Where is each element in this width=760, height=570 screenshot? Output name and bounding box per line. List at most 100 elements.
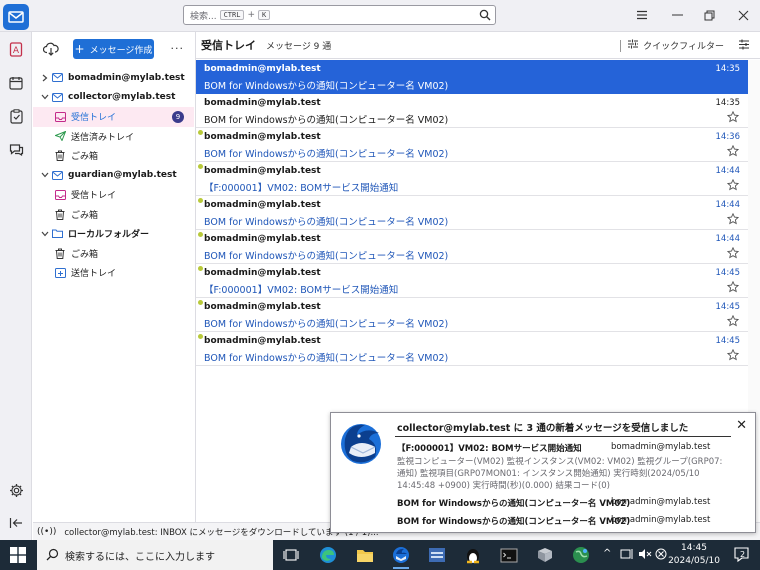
volume-muted-icon[interactable] — [638, 548, 652, 563]
local-folder-icon — [51, 228, 63, 240]
unread-dot-icon[interactable] — [198, 164, 203, 169]
edge-browser-icon[interactable] — [318, 545, 338, 565]
star-icon[interactable] — [726, 110, 740, 123]
message-time: 14:44 — [715, 166, 741, 176]
settings-gear-icon[interactable] — [8, 482, 24, 498]
folder-item[interactable]: ごみ箱 — [33, 205, 194, 225]
message-row[interactable]: bomadmin@mylab.test BOM for Windowsからの通知(… — [196, 60, 748, 94]
chat-icon[interactable] — [8, 142, 24, 158]
minimize-icon[interactable] — [670, 8, 684, 22]
message-row[interactable]: bomadmin@mylab.test BOM for Windowsからの通知(… — [196, 196, 748, 230]
message-time: 14:45 — [715, 302, 741, 312]
unread-dot-icon[interactable] — [198, 300, 203, 305]
star-icon[interactable] — [726, 280, 740, 293]
chevron-right-icon[interactable] — [39, 74, 51, 82]
terminal-icon[interactable] — [499, 545, 519, 565]
message-from: bomadmin@mylab.test — [204, 64, 321, 74]
shortcut-plus: + — [247, 10, 255, 20]
folder-item[interactable]: ごみ箱 — [33, 244, 194, 264]
windows-start-icon[interactable] — [10, 547, 26, 563]
address-book-icon[interactable]: A — [8, 41, 24, 57]
star-icon[interactable] — [726, 212, 740, 225]
notification-from: bomadmin@mylab.test — [611, 497, 711, 507]
account-item[interactable]: ローカルフォルダー — [33, 224, 194, 244]
more-options-icon[interactable]: ··· — [171, 42, 185, 55]
message-time: 14:44 — [715, 234, 741, 244]
network-globe-icon[interactable] — [571, 545, 591, 565]
folder-item[interactable]: 送信トレイ — [33, 263, 194, 283]
folder-item[interactable]: 受信トレイ 9 — [33, 107, 194, 127]
message-subject: BOM for Windowsからの通知(コンピューター名 VM02) — [204, 81, 449, 92]
display-options-icon[interactable] — [738, 39, 750, 53]
message-time: 14:45 — [715, 336, 741, 346]
message-subject: BOM for Windowsからの通知(コンピューター名 VM02) — [204, 217, 449, 228]
star-icon[interactable] — [726, 348, 740, 361]
taskbar-clock[interactable]: 14:45 2024/05/10 — [668, 542, 720, 568]
tasks-icon[interactable] — [8, 108, 24, 124]
message-row[interactable]: bomadmin@mylab.test BOM for Windowsからの通知(… — [196, 298, 748, 332]
tray-device-icon[interactable] — [620, 548, 634, 563]
star-icon[interactable] — [726, 314, 740, 327]
thunderbird-taskbar-icon[interactable] — [391, 545, 411, 569]
calendar-icon[interactable] — [8, 75, 24, 91]
folder-item[interactable]: ごみ箱 — [33, 146, 194, 166]
task-view-icon[interactable] — [281, 545, 301, 565]
mail-space-icon[interactable] — [3, 4, 29, 30]
message-from: bomadmin@mylab.test — [204, 132, 321, 142]
collapse-spaces-icon[interactable] — [8, 515, 24, 531]
chevron-down-icon[interactable] — [39, 172, 51, 178]
new-mail-notification[interactable]: collector@mylab.test に 3 通の新着メッセージを受信しまし… — [330, 412, 756, 533]
unread-dot-icon[interactable] — [198, 198, 203, 203]
close-icon[interactable] — [736, 8, 750, 22]
filter-icon — [627, 39, 639, 52]
mail-account-icon — [51, 169, 63, 181]
unread-dot-icon[interactable] — [198, 266, 203, 271]
clock-date: 2024/05/10 — [668, 556, 720, 566]
search-icon[interactable] — [479, 9, 491, 24]
taskbar-search-input[interactable]: 検索するには、ここに入力します — [37, 540, 273, 570]
tray-expand-icon[interactable]: ^ — [603, 548, 611, 559]
folder-label: collector@mylab.test — [68, 92, 176, 103]
get-messages-icon[interactable] — [42, 42, 59, 59]
message-row[interactable]: bomadmin@mylab.test BOM for Windowsからの通知(… — [196, 94, 748, 128]
quick-filter-button[interactable]: クイックフィルター — [620, 39, 724, 52]
folder-title: 受信トレイ — [201, 39, 256, 52]
account-item[interactable]: collector@mylab.test — [33, 88, 194, 108]
unread-dot-icon[interactable] — [198, 232, 203, 237]
linux-penguin-icon[interactable] — [463, 545, 483, 565]
folder-item[interactable]: 受信トレイ — [33, 185, 194, 205]
unread-dot-icon[interactable] — [198, 334, 203, 339]
message-row[interactable]: bomadmin@mylab.test BOM for Windowsからの通知(… — [196, 332, 748, 366]
restore-icon[interactable] — [702, 8, 716, 22]
app-window-icon[interactable] — [427, 545, 447, 565]
notification-close-icon[interactable]: ✕ — [736, 418, 747, 433]
star-icon[interactable] — [726, 178, 740, 191]
message-row[interactable]: bomadmin@mylab.test BOM for Windowsからの通知(… — [196, 230, 748, 264]
message-time: 14:35 — [715, 64, 741, 74]
chevron-down-icon[interactable] — [39, 94, 51, 100]
message-row[interactable]: bomadmin@mylab.test 【F:000001】VM02: BOMサー… — [196, 162, 748, 196]
inbox-icon — [54, 111, 66, 123]
server-manager-icon[interactable] — [535, 545, 555, 565]
network-disconnected-icon[interactable] — [655, 548, 667, 563]
compose-button[interactable]: + メッセージ作成 — [73, 39, 154, 59]
message-from: bomadmin@mylab.test — [204, 234, 321, 244]
windows-taskbar: 検索するには、ここに入力します ^ 14:45 2024/05/10 2 — [0, 540, 760, 570]
folder-pane: + メッセージ作成 ··· bomadmin@mylab.test collect… — [33, 32, 194, 522]
chevron-down-icon[interactable] — [39, 231, 51, 237]
unread-dot-icon[interactable] — [198, 130, 203, 135]
folder-label: ごみ箱 — [71, 210, 99, 221]
folder-item[interactable]: 送信済みトレイ — [33, 127, 194, 147]
shortcut-key-k: K — [258, 10, 271, 20]
action-center-icon[interactable]: 2 — [733, 546, 750, 563]
account-item[interactable]: bomadmin@mylab.test — [33, 68, 194, 88]
account-item[interactable]: guardian@mylab.test — [33, 166, 194, 186]
online-status-icon[interactable]: ((•)) — [37, 527, 56, 537]
message-row[interactable]: bomadmin@mylab.test BOM for Windowsからの通知(… — [196, 128, 748, 162]
search-input[interactable]: 検索... CTRL + K — [183, 5, 496, 25]
file-explorer-icon[interactable] — [355, 545, 375, 565]
star-icon[interactable] — [726, 144, 740, 157]
app-menu-icon[interactable] — [635, 8, 649, 22]
message-row[interactable]: bomadmin@mylab.test 【F:000001】VM02: BOMサー… — [196, 264, 748, 298]
star-icon[interactable] — [726, 246, 740, 259]
